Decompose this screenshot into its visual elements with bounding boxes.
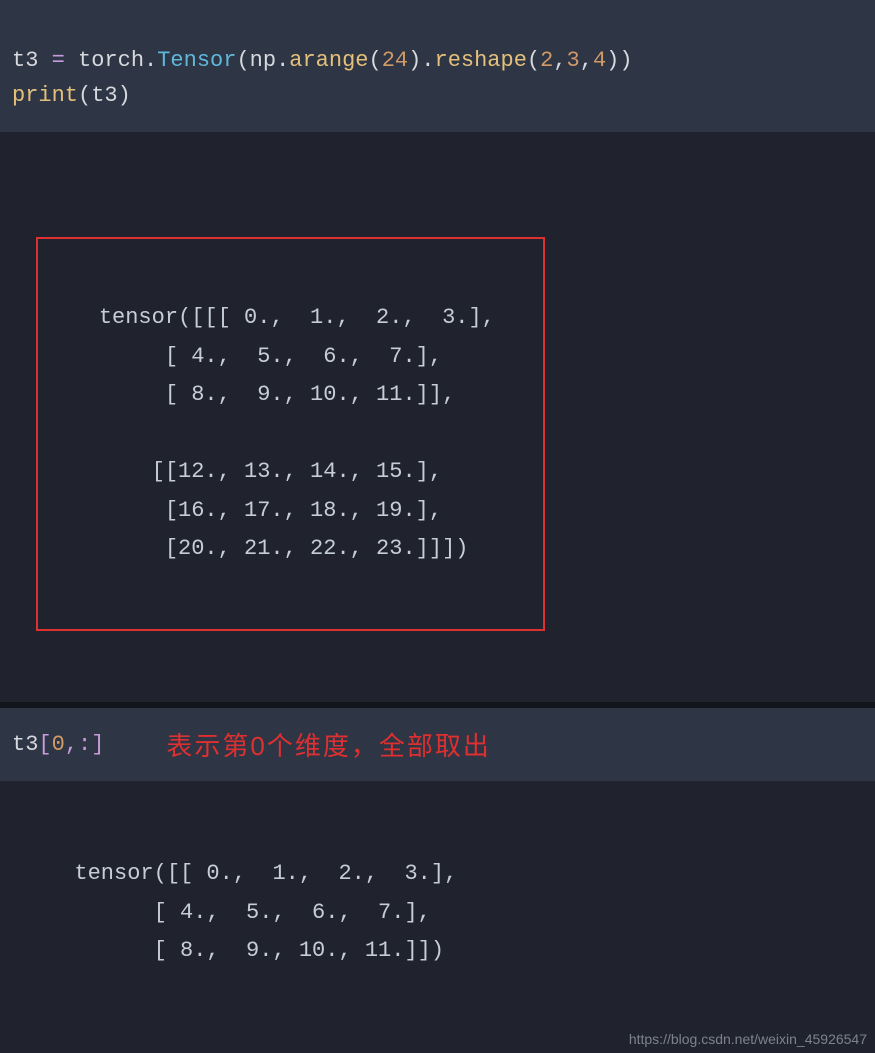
watermark: https://blog.csdn.net/weixin_45926547 — [629, 1027, 867, 1052]
tensor-output-1: tensor([[[ 0., 1., 2., 3.], [ 4., 5., 6.… — [46, 305, 495, 561]
output-cell-1: tensor([[[ 0., 1., 2., 3.], [ 4., 5., 6.… — [0, 132, 875, 702]
tensor-output-2: tensor([[ 0., 1., 2., 3.], [ 4., 5., 6.,… — [48, 861, 457, 963]
output-cell-2: tensor([[ 0., 1., 2., 3.], [ 4., 5., 6.,… — [0, 781, 875, 1053]
output-highlight-box: tensor([[[ 0., 1., 2., 3.], [ 4., 5., 6.… — [36, 237, 545, 632]
code-line-1: t3 = torch.Tensor(np.arange(24).reshape(… — [12, 48, 633, 108]
code-cell-1: t3 = torch.Tensor(np.arange(24).reshape(… — [0, 0, 875, 132]
code-cell-2: t3[0,:] 表示第0个维度，全部取出 — [0, 708, 875, 781]
annotation-text: 表示第0个维度，全部取出 — [166, 726, 490, 763]
code-line-2: t3[0,:] — [12, 732, 104, 757]
